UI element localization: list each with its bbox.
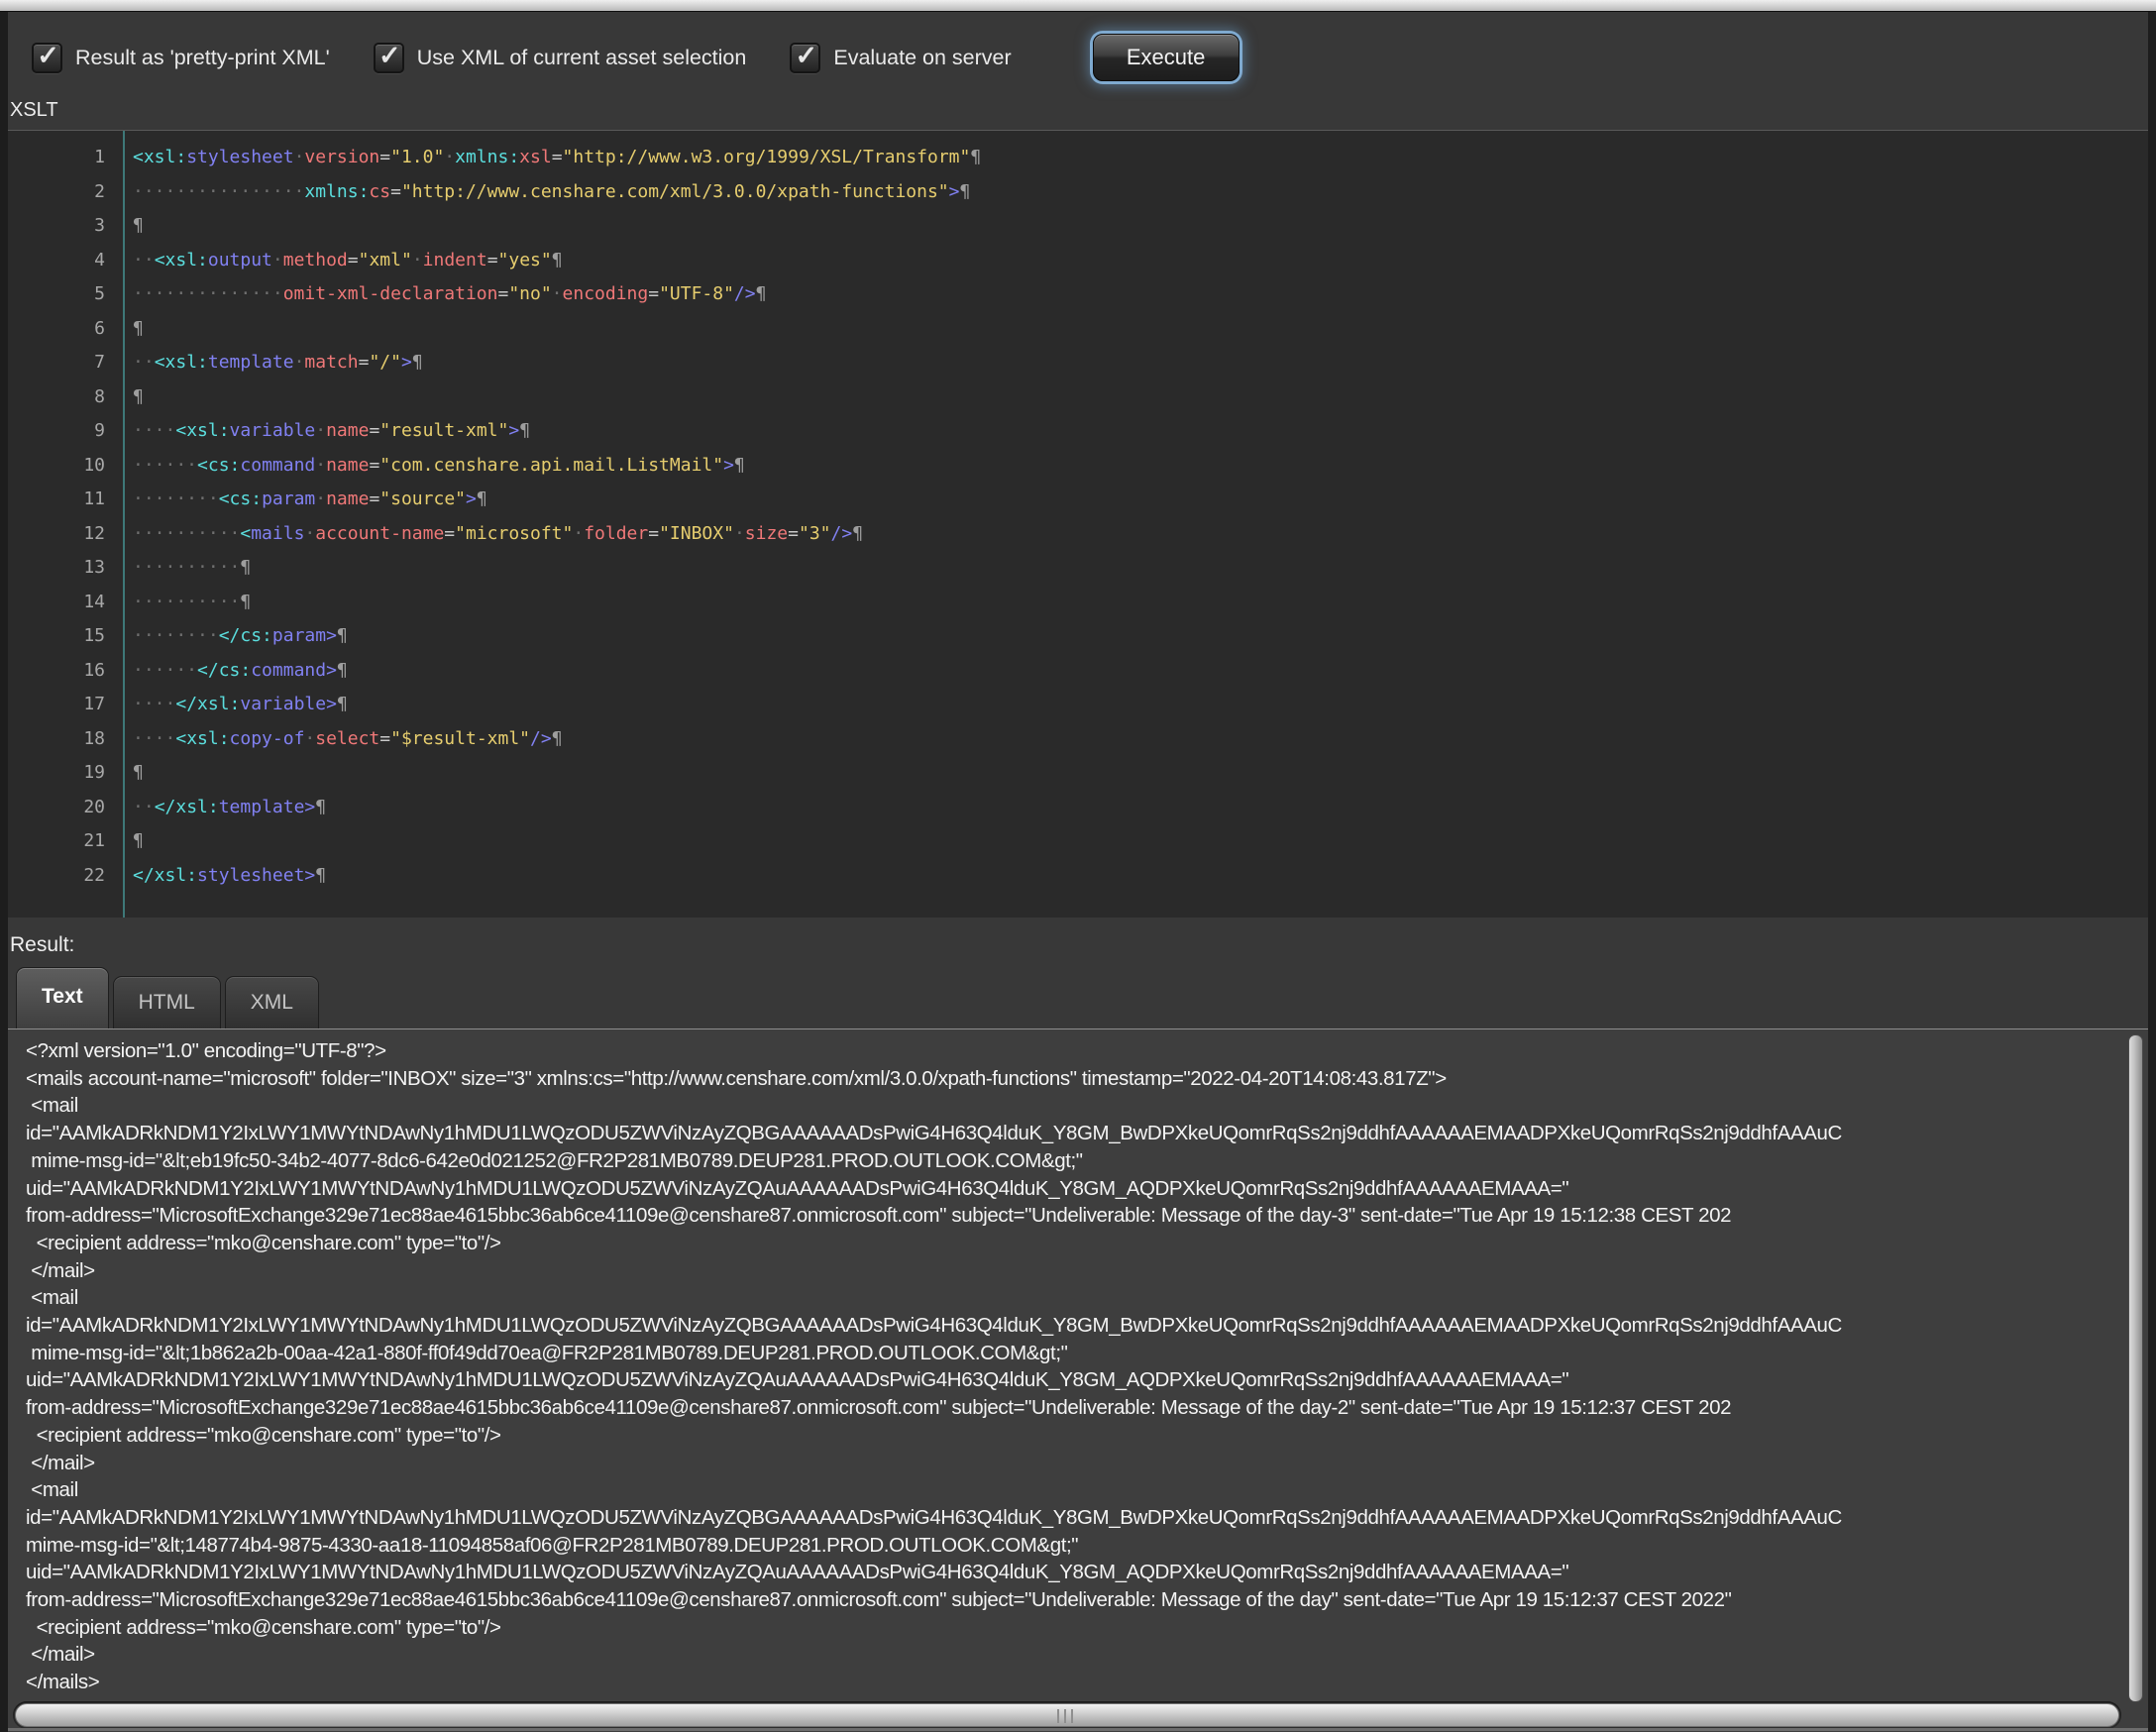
code-line: 3¶ <box>8 209 2148 244</box>
horizontal-scrollbar-track[interactable] <box>13 1701 2121 1729</box>
window-top-strip <box>0 0 2156 12</box>
line-number: 13 <box>8 551 121 586</box>
code-line: 12··········<mails·account-name="microso… <box>8 517 2148 552</box>
line-number: 15 <box>8 619 121 654</box>
code-line: 5··············omit-xml-declaration="no"… <box>8 277 2148 312</box>
line-number: 1 <box>8 141 121 175</box>
code-line: 14··········¶ <box>8 586 2148 620</box>
check-icon: ✓ <box>378 43 401 69</box>
line-number: 10 <box>8 449 121 484</box>
line-number: 8 <box>8 380 121 415</box>
checkbox-box[interactable]: ✓ <box>374 43 404 73</box>
check-icon: ✓ <box>796 43 818 69</box>
code-line: 4··<xsl:output·method="xml"·indent="yes"… <box>8 244 2148 278</box>
line-number: 22 <box>8 859 121 894</box>
line-number: 7 <box>8 346 121 380</box>
tab-xml[interactable]: XML <box>225 976 319 1028</box>
tab-text[interactable]: Text <box>16 967 109 1028</box>
code-line: 8¶ <box>8 380 2148 415</box>
result-tabs: TextHTMLXML <box>16 967 323 1028</box>
checkbox-evaluate-on-server[interactable]: ✓ Evaluate on server <box>790 43 1011 73</box>
checkbox-label: Result as 'pretty-print XML' <box>75 46 330 70</box>
checkbox-label: Use XML of current asset selection <box>417 46 747 70</box>
code-line: 18····<xsl:copy-of·select="$result-xml"/… <box>8 722 2148 757</box>
code-line: 21¶ <box>8 824 2148 859</box>
xslt-code-editor[interactable]: 1<xsl:stylesheet·version="1.0"·xmlns:xsl… <box>8 130 2148 918</box>
line-number: 12 <box>8 517 121 552</box>
checkbox-box[interactable]: ✓ <box>32 43 62 73</box>
gutter-separator <box>123 131 125 918</box>
line-number: 6 <box>8 312 121 347</box>
scrollbar-grip-icon <box>1057 1709 1077 1723</box>
code-line: 6¶ <box>8 312 2148 347</box>
code-line: 17····</xsl:variable>¶ <box>8 688 2148 722</box>
line-number: 19 <box>8 756 121 791</box>
line-number: 14 <box>8 586 121 620</box>
toolbar: ✓ Result as 'pretty-print XML' ✓ Use XML of… <box>8 12 2148 103</box>
code-line: 2················xmlns:cs="http://www.ce… <box>8 175 2148 210</box>
line-number: 17 <box>8 688 121 722</box>
code-line: 20··</xsl:template>¶ <box>8 791 2148 825</box>
checkbox-box[interactable]: ✓ <box>790 43 820 73</box>
result-label: Result: <box>10 933 74 957</box>
code-line: 9····<xsl:variable·name="result-xml">¶ <box>8 414 2148 449</box>
code-line: 11········<cs:param·name="source">¶ <box>8 483 2148 517</box>
result-text: <?xml version="1.0" encoding="UTF-8"?> <… <box>26 1037 2122 1696</box>
horizontal-scrollbar-thumb[interactable] <box>15 1703 2119 1727</box>
line-number: 5 <box>8 277 121 312</box>
editor-title: XSLT <box>10 99 58 122</box>
line-number: 3 <box>8 209 121 244</box>
code-line: 19¶ <box>8 756 2148 791</box>
line-number: 20 <box>8 791 121 825</box>
window-bottom-edge <box>8 1728 2148 1731</box>
code-line: 7··<xsl:template·match="/">¶ <box>8 346 2148 380</box>
code-line: 13··········¶ <box>8 551 2148 586</box>
xslt-tester-window: ✓ Result as 'pretty-print XML' ✓ Use XML of… <box>0 0 2156 1732</box>
tab-html[interactable]: HTML <box>113 976 221 1028</box>
execute-button[interactable]: Execute <box>1093 34 1240 81</box>
line-number: 21 <box>8 824 121 859</box>
code-line: 10······<cs:command·name="com.censhare.a… <box>8 449 2148 484</box>
line-number: 2 <box>8 175 121 210</box>
result-output[interactable]: <?xml version="1.0" encoding="UTF-8"?> <… <box>8 1028 2148 1732</box>
line-number: 4 <box>8 244 121 278</box>
vertical-scrollbar-thumb[interactable] <box>2128 1034 2143 1702</box>
checkbox-pretty-print-xml[interactable]: ✓ Result as 'pretty-print XML' <box>32 43 330 73</box>
line-number: 16 <box>8 654 121 689</box>
checkbox-use-xml-of-selection[interactable]: ✓ Use XML of current asset selection <box>374 43 747 73</box>
code-line: 22</xsl:stylesheet>¶ <box>8 859 2148 894</box>
line-number: 11 <box>8 483 121 517</box>
code-line: 15········</cs:param>¶ <box>8 619 2148 654</box>
checkbox-label: Evaluate on server <box>833 46 1011 70</box>
code-line: 1<xsl:stylesheet·version="1.0"·xmlns:xsl… <box>8 141 2148 175</box>
code-lines: 1<xsl:stylesheet·version="1.0"·xmlns:xsl… <box>8 141 2148 893</box>
code-line: 16······</cs:command>¶ <box>8 654 2148 689</box>
toolbar-checkboxes: ✓ Result as 'pretty-print XML' ✓ Use XML of… <box>32 43 1055 73</box>
line-number: 9 <box>8 414 121 449</box>
check-icon: ✓ <box>37 43 59 69</box>
line-number: 18 <box>8 722 121 757</box>
